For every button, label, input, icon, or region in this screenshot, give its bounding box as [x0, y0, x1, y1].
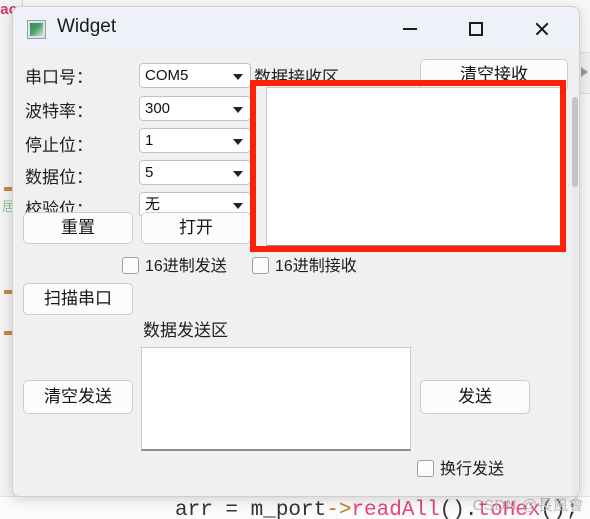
- reset-button[interactable]: 重置: [23, 212, 133, 244]
- send-section-label: 数据发送区: [143, 321, 228, 340]
- code-part-1: arr = m_port: [175, 499, 327, 519]
- hex-send-label: 16进制发送: [145, 258, 227, 275]
- label-databits: 数据位：: [25, 168, 93, 187]
- scan-port-button[interactable]: 扫描串口: [23, 283, 133, 315]
- send-text-area[interactable]: [141, 347, 411, 451]
- minimize-icon: [403, 28, 417, 30]
- chevron-down-icon: [233, 74, 243, 80]
- combo-stopbits-value: 1: [145, 132, 154, 149]
- window-scrollbar[interactable]: [572, 97, 578, 496]
- checkbox-box: [417, 460, 434, 477]
- title-bar[interactable]: Widget: [13, 7, 579, 52]
- close-button[interactable]: [519, 7, 565, 51]
- newline-send-checkbox[interactable]: 换行发送: [417, 455, 504, 479]
- chevron-down-icon: [233, 203, 243, 209]
- hex-recv-label: 16进制接收: [275, 258, 357, 275]
- open-button[interactable]: 打开: [141, 212, 251, 244]
- label-port: 串口号：: [25, 68, 93, 87]
- hex-send-checkbox[interactable]: 16进制发送: [122, 252, 227, 276]
- combo-port-value: COM5: [145, 67, 189, 84]
- maximize-button[interactable]: [453, 7, 499, 51]
- maximize-icon: [469, 22, 483, 36]
- hex-recv-checkbox[interactable]: 16进制接收: [252, 252, 357, 276]
- send-button[interactable]: 发送: [420, 380, 530, 414]
- checkbox-box: [122, 257, 139, 274]
- chevron-down-icon: [233, 107, 243, 113]
- combo-port[interactable]: COM5: [139, 63, 251, 88]
- minimize-button[interactable]: [387, 7, 433, 51]
- newline-send-label: 换行发送: [440, 461, 505, 478]
- checkbox-box: [252, 257, 269, 274]
- clear-send-button[interactable]: 清空发送: [23, 380, 133, 414]
- annotation-rectangle: [250, 80, 566, 252]
- combo-databits-value: 5: [145, 164, 154, 181]
- close-icon: [534, 21, 550, 37]
- combo-parity-value: 无: [145, 196, 161, 213]
- combo-baud-value: 300: [145, 100, 171, 117]
- chevron-down-icon: [233, 139, 243, 145]
- scrollbar-thumb[interactable]: [572, 97, 578, 187]
- csdn-watermark: CSDN @長風會: [472, 497, 584, 514]
- label-stopbits: 停止位：: [25, 136, 93, 155]
- code-function-1: readAll: [351, 499, 440, 519]
- chevron-down-icon: [233, 171, 243, 177]
- code-operator: ->: [326, 499, 352, 519]
- combo-databits[interactable]: 5: [139, 160, 251, 185]
- combo-stopbits[interactable]: 1: [139, 128, 251, 153]
- label-baud: 波特率：: [25, 102, 93, 121]
- app-window-icon: [27, 20, 46, 39]
- window-title: Widget: [57, 16, 117, 37]
- combo-baud[interactable]: 300: [139, 96, 251, 121]
